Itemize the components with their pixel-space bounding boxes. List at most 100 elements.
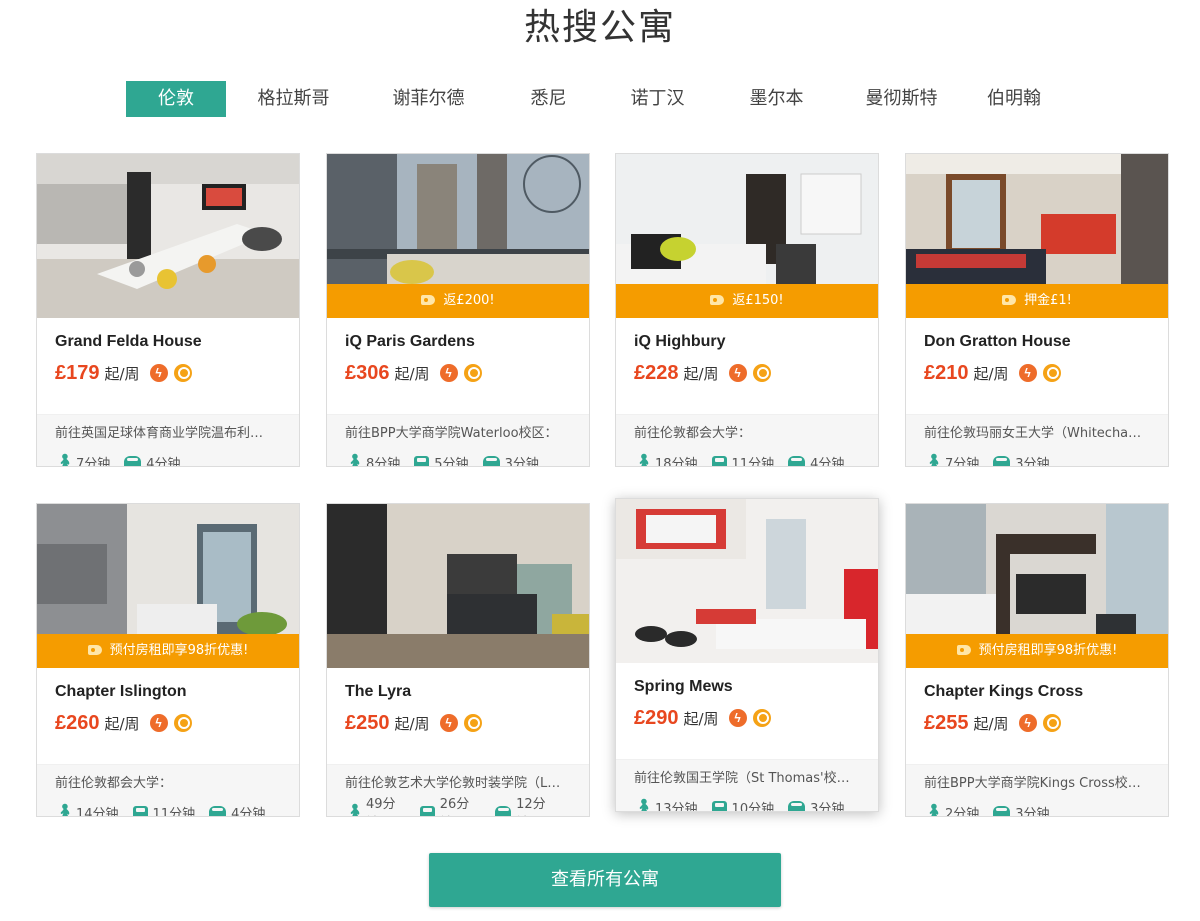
transit-time-value: 11分钟 <box>152 806 196 817</box>
car-time-value: 3分钟 <box>810 801 845 812</box>
tab-sydney[interactable]: 悉尼 <box>496 81 601 117</box>
apartment-name[interactable]: iQ Paris Gardens <box>345 332 571 352</box>
tag-icon <box>87 645 102 655</box>
tab-birmingham[interactable]: 伯明翰 <box>964 81 1064 117</box>
apartment-name[interactable]: Spring Mews <box>634 677 860 697</box>
car-time: 3分钟 <box>788 798 845 812</box>
apartment-name[interactable]: The Lyra <box>345 682 571 702</box>
apartment-photo[interactable] <box>37 154 299 318</box>
promo-text: 返£200! <box>443 293 495 308</box>
car-time-value: 4分钟 <box>810 456 845 467</box>
card-info: Chapter Kings Cross £255 起/周 <box>906 668 1168 764</box>
tag-icon <box>1002 295 1017 305</box>
apartment-photo[interactable] <box>327 504 589 668</box>
transit-time: 5分钟 <box>414 453 469 467</box>
promo-text: 预付房租即享98折优惠! <box>109 643 249 658</box>
apartment-name[interactable]: Chapter Islington <box>55 682 281 702</box>
transit-time: 10分钟 <box>711 798 774 811</box>
medal-icon <box>173 714 192 732</box>
tab-nottingham[interactable]: 诺丁汉 <box>601 81 714 117</box>
walk-icon: 🚶︎ <box>345 453 365 467</box>
destination: 前往伦敦艺术大学伦敦时装学院（L… <box>345 776 561 791</box>
car-time-value: 4分钟 <box>231 806 266 817</box>
price: £179 <box>55 361 100 384</box>
bolt-icon <box>1018 714 1037 732</box>
walk-time: 🚶︎ 7分钟 <box>55 453 110 467</box>
apartment-name[interactable]: iQ Highbury <box>634 332 860 352</box>
car-time-value: 12分钟 <box>516 797 546 812</box>
car-icon <box>209 806 227 816</box>
medal-icon <box>1042 364 1061 382</box>
commute-info: 前往伦敦艺术大学伦敦时装学院（L… 🚶︎49分钟 26分钟 12分钟 <box>327 764 589 817</box>
commute-info: 前往伦敦玛丽女王大学（Whitecha… 🚶︎ 7分钟 3分钟 <box>906 414 1168 467</box>
car-time-value: 3分钟 <box>1015 456 1050 467</box>
tab-glasgow[interactable]: 格拉斯哥 <box>226 81 361 117</box>
apartment-name[interactable]: Grand Felda House <box>55 332 281 352</box>
commute-info: 前往伦敦都会大学： 🚶︎ 14分钟 11分钟 4分钟 <box>37 764 299 817</box>
apartment-photo[interactable]: 返£150! <box>616 154 878 318</box>
price-row: £260 起/周 <box>55 711 281 735</box>
tab-sheffield[interactable]: 谢菲尔德 <box>361 81 496 117</box>
apartment-photo[interactable]: 预付房租即享98折优惠! <box>37 504 299 668</box>
walk-time-value: 8分钟 <box>366 456 401 467</box>
walk-time: 🚶︎ 13分钟 <box>634 798 698 812</box>
transit-time-value: 5分钟 <box>434 456 469 467</box>
apartment-card-chapter-kings-cross[interactable]: 预付房租即享98折优惠! Chapter Kings Cross £255 起/… <box>905 503 1169 817</box>
walk-icon: 🚶︎ <box>634 798 654 812</box>
walk-time: 🚶︎ 7分钟 <box>924 453 979 466</box>
tab-melbourne[interactable]: 墨尔本 <box>714 81 839 117</box>
apartment-photo[interactable]: 预付房租即享98折优惠! <box>906 504 1168 668</box>
apartment-card-spring-mews[interactable]: Spring Mews £290 起/周 前往伦敦国王学院（St Thomas'… <box>615 498 879 812</box>
walk-icon: 🚶︎ <box>924 803 944 817</box>
bolt-icon <box>149 714 168 732</box>
walk-time-value: 2分钟 <box>945 806 980 817</box>
price-unit: 起/周 <box>683 364 719 383</box>
destination: 前往BPP大学商学院Waterloo校区： <box>345 426 558 441</box>
bolt-icon <box>1018 364 1037 382</box>
destination: 前往伦敦都会大学： <box>55 776 173 791</box>
card-info: The Lyra £250 起/周 <box>327 668 589 764</box>
medal-icon <box>752 709 771 727</box>
apartment-card-don-gratton-house[interactable]: 押金£1! Don Gratton House £210 起/周 前往伦敦玛丽女… <box>905 153 1169 467</box>
price-unit: 起/周 <box>394 714 430 733</box>
price: £250 <box>345 711 390 734</box>
walk-icon: 🚶︎ <box>55 453 75 467</box>
medal-icon <box>463 714 482 732</box>
tab-manchester[interactable]: 曼彻斯特 <box>839 81 964 117</box>
promo-text: 预付房租即享98折优惠! <box>978 643 1118 658</box>
train-icon <box>414 455 430 466</box>
card-info: iQ Paris Gardens £306 起/周 <box>327 318 589 414</box>
tag-icon <box>956 645 971 655</box>
apartment-card-grand-felda-house[interactable]: Grand Felda House £179 起/周 前往英国足球体育商业学院温… <box>36 153 300 467</box>
walk-time: 🚶︎ 2分钟 <box>924 803 980 817</box>
car-time: 3分钟 <box>482 453 539 467</box>
tab-london[interactable]: 伦敦 <box>126 81 226 117</box>
walk-icon: 🚶︎ <box>345 803 365 817</box>
price-unit: 起/周 <box>973 714 1009 733</box>
apartment-card-iq-highbury[interactable]: 返£150! iQ Highbury £228 起/周 前往伦敦都会大学： 🚶︎… <box>615 153 879 467</box>
car-time-value: 3分钟 <box>504 456 539 467</box>
apartment-card-iq-paris-gardens[interactable]: 返£200! iQ Paris Gardens £306 起/周 前往BPP大学… <box>326 153 590 467</box>
price: £290 <box>634 706 679 729</box>
transit-time-value: 26分钟 <box>439 797 470 812</box>
promo-banner: 押金£1! <box>906 284 1168 318</box>
car-icon <box>993 806 1011 816</box>
transit-time: 11分钟 <box>132 803 196 817</box>
apartment-photo[interactable]: 返£200! <box>327 154 589 318</box>
apartment-card-chapter-islington[interactable]: 预付房租即享98折优惠! Chapter Islington £260 起/周 … <box>36 503 300 817</box>
apartment-name[interactable]: Chapter Kings Cross <box>924 682 1150 702</box>
walk-time-value: 18分钟 <box>655 456 698 467</box>
train-icon <box>711 800 727 811</box>
apartment-card-the-lyra[interactable]: The Lyra £250 起/周 前往伦敦艺术大学伦敦时装学院（L… 🚶︎49… <box>326 503 590 817</box>
bolt-icon <box>439 714 458 732</box>
train-icon <box>132 805 148 816</box>
price-unit: 起/周 <box>683 709 719 728</box>
price-row: £210 起/周 <box>924 361 1150 385</box>
view-all-apartments-button[interactable]: 查看所有公寓 <box>429 853 781 907</box>
price-unit: 起/周 <box>104 364 140 383</box>
apartment-name[interactable]: Don Gratton House <box>924 332 1150 352</box>
car-time: 12分钟 <box>494 793 557 816</box>
apartment-photo[interactable] <box>616 499 878 663</box>
car-icon <box>993 456 1011 466</box>
apartment-photo[interactable]: 押金£1! <box>906 154 1168 318</box>
